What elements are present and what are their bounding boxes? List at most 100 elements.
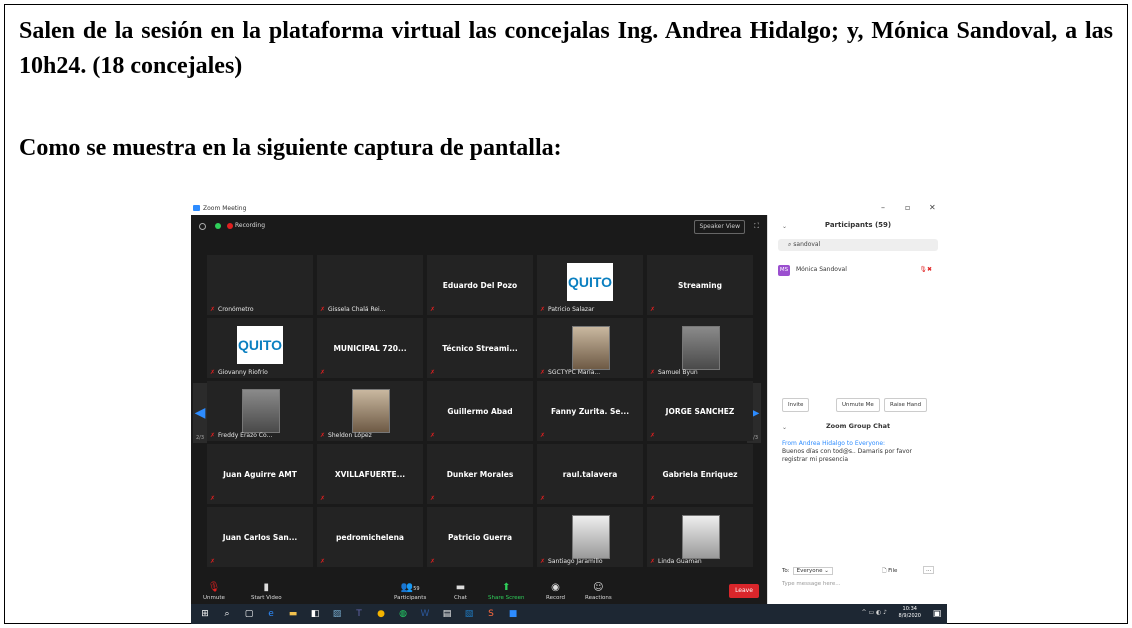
unmute-me-button[interactable]: Unmute Me [836, 398, 880, 412]
participant-tile[interactable]: QUITO ✗ Patricio Salazar [537, 255, 643, 315]
meeting-area: Recording Speaker View ⛶ ◀ 2/3 ▶ 2/3 ✗ Cron… [191, 215, 767, 604]
muted-mic-icon: ✗ [650, 369, 656, 376]
participant-label: ✗ [430, 369, 438, 376]
app-icon[interactable]: ▧ [463, 608, 475, 620]
search-icon[interactable]: ⌕ [221, 608, 233, 620]
fullscreen-icon[interactable]: ⛶ [754, 222, 759, 231]
participant-tile[interactable]: Dunker Morales ✗ [427, 444, 533, 504]
muted-mic-icon: ✗ [430, 306, 436, 313]
zoom-logo-icon [193, 205, 200, 211]
participant-tile[interactable]: Guillermo Abad ✗ [427, 381, 533, 441]
participant-tile[interactable]: Patricio Guerra ✗ [427, 507, 533, 567]
more-button[interactable]: ... [923, 566, 935, 574]
participant-display-name: Juan Aguirre AMT [223, 470, 297, 479]
muted-mic-icon: ✗ [540, 306, 546, 313]
chrome-icon[interactable]: ● [375, 608, 387, 620]
leave-button[interactable]: Leave [729, 584, 759, 598]
participant-tile[interactable]: Juan Carlos San... ✗ [207, 507, 313, 567]
participant-photo [572, 326, 610, 370]
meeting-topbar: Recording Speaker View ⛶ [191, 215, 767, 237]
participant-tile[interactable]: ✗ SGCTYPC María... [537, 318, 643, 378]
participant-tile[interactable]: JORGE SANCHEZ ✗ [647, 381, 753, 441]
participants-button[interactable]: 👥59 Participants [394, 582, 426, 601]
speaker-view-button[interactable]: Speaker View [694, 220, 745, 234]
prev-page-button[interactable]: ◀ 2/3 [193, 383, 207, 443]
windows-start-icon[interactable]: ⊞ [199, 608, 211, 620]
app-icon[interactable]: ▤ [441, 608, 453, 620]
start-video-button[interactable]: ▮ Start Video [251, 582, 282, 601]
restore-icon[interactable]: ▫ [905, 203, 910, 212]
system-tray-icons[interactable]: ^ ▭ ◐ ♪ [862, 609, 887, 616]
chat-button[interactable]: ▬ Chat [454, 582, 467, 601]
muted-mic-icon: ✗ [540, 558, 546, 565]
muted-mic-icon: ✗ [210, 432, 216, 439]
participant-row[interactable]: MS Mónica Sandoval 🎙✖ [778, 264, 938, 276]
participant-display-name: Juan Carlos San... [222, 533, 298, 542]
participant-tile[interactable]: Fanny Zurita. Se... ✗ [537, 381, 643, 441]
muted-mic-icon: ✗ [540, 495, 546, 502]
participant-tile[interactable]: Eduardo Del Pozo ✗ [427, 255, 533, 315]
invite-button[interactable]: Invite [782, 398, 810, 412]
participant-tile[interactable]: ✗ Freddy Erazo Co... [207, 381, 313, 441]
participant-tile[interactable]: raul.talavera ✗ [537, 444, 643, 504]
teams-icon[interactable]: T [353, 608, 365, 620]
notifications-icon[interactable]: ▣ [931, 608, 943, 620]
zoom-taskbar-icon[interactable]: ■ [507, 608, 519, 620]
task-view-icon[interactable]: ▢ [243, 608, 255, 620]
file-explorer-icon[interactable]: ▬ [287, 608, 299, 620]
close-icon[interactable]: ✕ [929, 203, 936, 212]
muted-mic-icon: ✗ [650, 432, 656, 439]
participant-label: ✗ Giovanny Riofrío [210, 369, 268, 376]
muted-mic-icon: ✗ [650, 306, 656, 313]
info-icon[interactable] [199, 223, 206, 230]
participant-tile[interactable]: ✗ Sheldon López [317, 381, 423, 441]
participant-tile[interactable]: Streaming ✗ [647, 255, 753, 315]
skype-icon[interactable]: S [485, 608, 497, 620]
participant-photo [682, 326, 720, 370]
participant-label: ✗ Freddy Erazo Co... [210, 432, 272, 439]
muted-mic-icon: ✗ [650, 558, 656, 565]
participant-search-input[interactable]: ⌕ sandoval [778, 239, 938, 251]
participant-tile[interactable]: ✗ Samuel Byun [647, 318, 753, 378]
chat-message-input[interactable]: Type message here... [782, 581, 841, 587]
participant-tile[interactable]: XVILLAFUERTE... ✗ [317, 444, 423, 504]
participant-tile[interactable]: ✗ Santiago Jaramillo [537, 507, 643, 567]
participant-label: ✗ [430, 558, 438, 565]
muted-mic-icon: ✗ [320, 558, 326, 565]
participant-tile[interactable]: Juan Aguirre AMT ✗ [207, 444, 313, 504]
zoom-screenshot: Zoom Meeting – ▫ ✕ Recording Speaker Vie… [191, 202, 947, 624]
share-screen-button[interactable]: ⬆ Share Screen [488, 582, 525, 601]
reactions-button[interactable]: ☺ Reactions [585, 582, 612, 601]
participant-tile[interactable]: ✗ Gissela Chalá Rei... [317, 255, 423, 315]
participant-label: ✗ Linda Guaman [650, 558, 702, 565]
participant-name: Santiago Jaramillo [548, 558, 603, 565]
minimize-icon[interactable]: – [881, 203, 885, 212]
participant-label: ✗ [210, 495, 218, 502]
unmute-button[interactable]: 🎙 Unmute [203, 582, 225, 601]
participant-tile[interactable]: ✗ Linda Guaman [647, 507, 753, 567]
store-icon[interactable]: ◧ [309, 608, 321, 620]
participant-tile[interactable]: MUNICIPAL 720... ✗ [317, 318, 423, 378]
recording-label[interactable]: Recording [235, 222, 265, 229]
participant-tile[interactable]: Técnico Streami... ✗ [427, 318, 533, 378]
participant-tile[interactable]: pedromichelena ✗ [317, 507, 423, 567]
participants-icon: 👥59 [400, 582, 420, 593]
participant-tile[interactable]: QUITO ✗ Giovanny Riofrío [207, 318, 313, 378]
participant-tile[interactable]: Gabriela Enriquez ✗ [647, 444, 753, 504]
participant-display-name: Dunker Morales [446, 470, 514, 479]
muted-mic-icon: 🎙 [207, 582, 221, 593]
shield-icon[interactable] [215, 223, 221, 229]
file-button[interactable]: 🗋 File [882, 567, 897, 576]
app-icon[interactable]: ▨ [331, 608, 343, 620]
participant-display-name: Fanny Zurita. Se... [550, 407, 630, 416]
raise-hand-button[interactable]: Raise Hand [884, 398, 928, 412]
recipient-select[interactable]: Everyone ⌄ [792, 567, 833, 575]
participant-display-name: pedromichelena [336, 533, 404, 542]
whatsapp-icon[interactable]: ◍ [397, 608, 409, 620]
side-panel: ⌄ Participants (59) ⌕ sandoval MS Mónica … [767, 215, 947, 604]
word-icon[interactable]: W [419, 608, 431, 620]
edge-browser-icon[interactable]: e [265, 608, 277, 620]
participant-tile[interactable]: ✗ Cronómetro [207, 255, 313, 315]
participant-display-name: Técnico Streami... [442, 344, 518, 353]
record-button[interactable]: ◉ Record [546, 582, 565, 601]
